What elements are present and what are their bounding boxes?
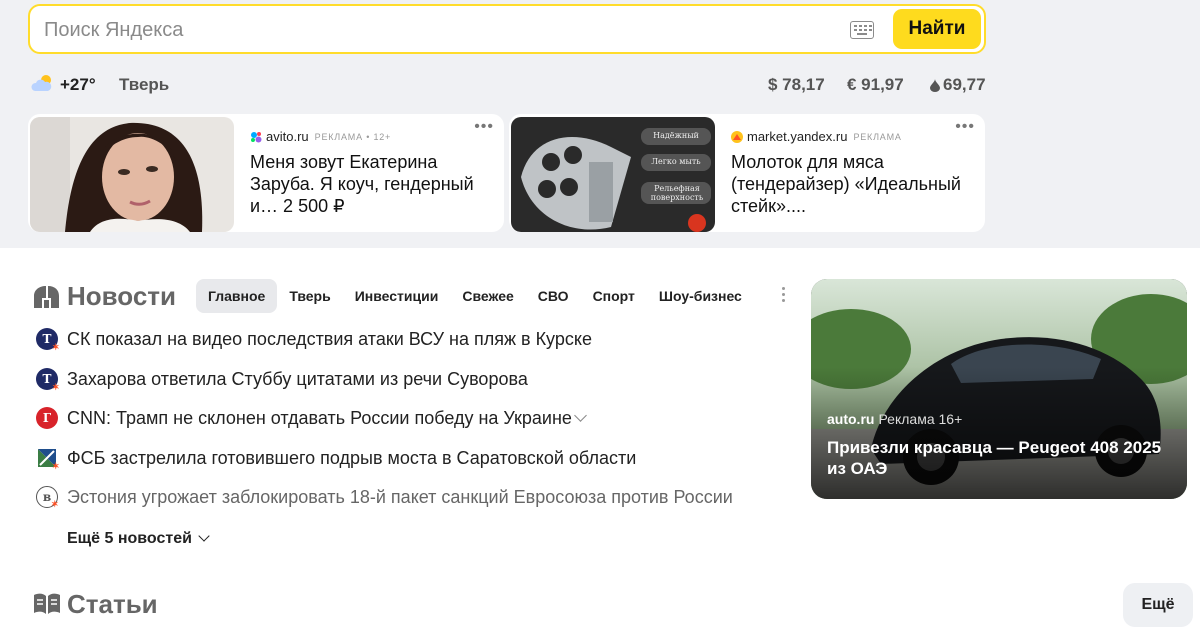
tabs-more-icon[interactable] xyxy=(782,287,788,305)
news-item[interactable]: Т ✶ Захарова ответила Стуббу цитатами из … xyxy=(36,366,528,393)
news-item[interactable]: Т ✶ СК показал на видео последствия атаки… xyxy=(36,326,592,353)
market-logo-icon xyxy=(731,130,743,143)
tab-svo[interactable]: СВО xyxy=(526,279,581,313)
eur-rate[interactable]: € 91,97 xyxy=(847,75,904,95)
news-logo-icon xyxy=(34,286,59,308)
oil-rate[interactable]: 69,77 xyxy=(930,75,986,95)
more-news-button[interactable]: Ещё 5 новостей xyxy=(67,530,210,548)
articles-section-title[interactable]: Статьи xyxy=(67,589,158,620)
ad-image-label: Рельефная поверхность xyxy=(650,184,704,202)
chevron-down-icon[interactable] xyxy=(574,408,587,422)
ad-photo: Надёжный Легко мыть Рельефная поверхност… xyxy=(511,117,715,232)
ad-source[interactable]: avito.ru РЕКЛАМА • 12+ xyxy=(250,129,391,144)
partly-cloudy-icon[interactable] xyxy=(31,73,55,93)
source-icon: ✶ xyxy=(36,447,60,472)
source-icon: Т ✶ xyxy=(36,328,60,353)
articles-book-icon xyxy=(34,593,60,614)
news-headline[interactable]: CNN: Трамп не склонен отдавать России по… xyxy=(67,408,572,429)
tab-main[interactable]: Главное xyxy=(196,279,278,313)
news-headline[interactable]: Захарова ответила Стуббу цитатами из реч… xyxy=(67,369,528,390)
usd-rate[interactable]: $ 78,17 xyxy=(768,75,825,95)
avito-logo-icon xyxy=(251,131,262,142)
more-options-icon[interactable]: ••• xyxy=(474,119,494,135)
promo-source: auto.ru xyxy=(827,411,875,427)
source-icon: Т ✶ xyxy=(36,368,60,393)
chevron-down-icon xyxy=(198,530,210,542)
ad-source-name: avito.ru xyxy=(266,129,309,144)
search-box: Найти xyxy=(28,4,986,54)
articles-more-button[interactable]: Ещё xyxy=(1123,583,1193,627)
source-icon: Г xyxy=(36,407,58,429)
tab-sport[interactable]: Спорт xyxy=(581,279,647,313)
ad-card-avito[interactable]: avito.ru РЕКЛАМА • 12+ Меня зовут Екатер… xyxy=(28,114,504,232)
search-input[interactable] xyxy=(44,16,834,44)
city-name[interactable]: Тверь xyxy=(119,75,169,95)
news-item[interactable]: ✶ ФСБ застрелила готовившего подрыв мост… xyxy=(36,445,636,472)
news-item[interactable]: Г CNN: Трамп не склонен отдавать России … xyxy=(36,405,587,431)
news-item[interactable]: в ✶ Эстония угрожает заблокировать 18-й п… xyxy=(36,484,733,510)
search-button[interactable]: Найти xyxy=(893,9,981,49)
more-options-icon[interactable]: ••• xyxy=(955,119,975,135)
tab-tver[interactable]: Тверь xyxy=(277,279,342,313)
ad-source-name: market.yandex.ru xyxy=(747,129,848,144)
tab-investments[interactable]: Инвестиции xyxy=(343,279,451,313)
news-tabs: Главное Тверь Инвестиции Свежее СВО Спор… xyxy=(196,279,754,313)
promo-title[interactable]: Привезли красавца — Peugeot 408 2025 из … xyxy=(827,437,1177,479)
keyboard-icon[interactable] xyxy=(850,21,874,39)
ad-title[interactable]: Меня зовут Екатерина Заруба. Я коуч, ген… xyxy=(250,151,490,217)
ad-meta: РЕКЛАМА xyxy=(853,131,902,142)
ad-card-market[interactable]: Надёжный Легко мыть Рельефная поверхност… xyxy=(509,114,985,232)
news-headline[interactable]: СК показал на видео последствия атаки ВС… xyxy=(67,329,592,350)
promo-card[interactable]: auto.ru Реклама 16+ Привезли красавца — P… xyxy=(811,279,1187,499)
ad-image-label: Легко мыть xyxy=(651,157,701,166)
temperature[interactable]: +27° xyxy=(60,75,96,95)
oil-rate-value: 69,77 xyxy=(943,75,986,94)
ad-image-label: Надёжный xyxy=(653,131,699,140)
ad-source[interactable]: market.yandex.ru РЕКЛАМА xyxy=(731,129,902,144)
news-headline[interactable]: Эстония угрожает заблокировать 18-й паке… xyxy=(67,487,733,508)
more-news-label: Ещё 5 новостей xyxy=(67,530,192,547)
tab-showbiz[interactable]: Шоу-бизнес xyxy=(647,279,754,313)
promo-meta: auto.ru Реклама 16+ xyxy=(827,411,962,427)
news-headline[interactable]: ФСБ застрелила готовившего подрыв моста … xyxy=(67,448,636,469)
ad-photo xyxy=(30,117,234,232)
tab-fresh[interactable]: Свежее xyxy=(450,279,525,313)
ad-meta: РЕКЛАМА • 12+ xyxy=(314,131,392,142)
source-icon: в ✶ xyxy=(36,486,59,510)
promo-ad-label: Реклама 16+ xyxy=(878,411,963,427)
news-section-title[interactable]: Новости xyxy=(67,281,176,312)
ad-title[interactable]: Молоток для мяса (тендерайзер) «Идеальны… xyxy=(731,151,971,217)
oil-drop-icon xyxy=(930,78,940,92)
